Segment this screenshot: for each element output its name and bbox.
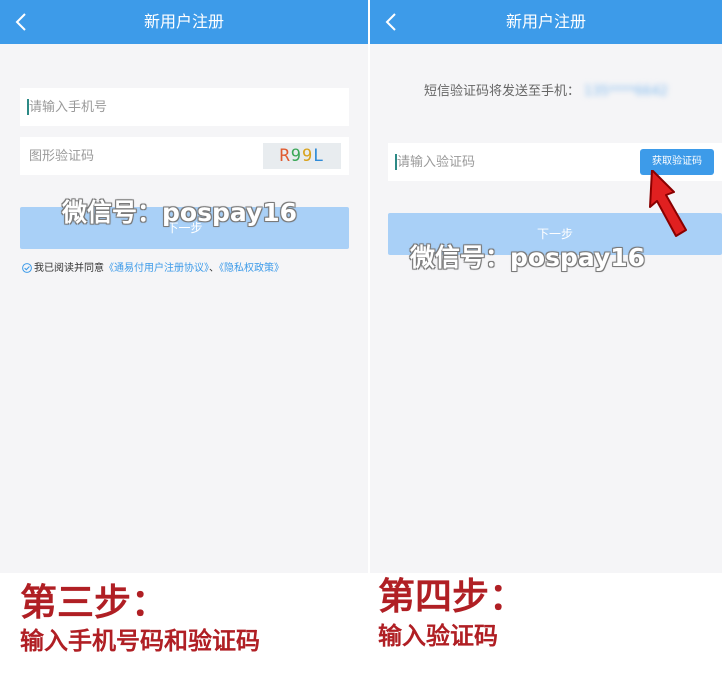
page-title: 新用户注册 xyxy=(143,12,224,31)
masked-phone-number: 135****6642 xyxy=(584,84,668,99)
agreement-separator: 、 xyxy=(209,263,219,274)
checkbox-checked-icon[interactable] xyxy=(22,263,32,273)
next-button[interactable]: 下一步 xyxy=(20,207,349,249)
register-screen-step4: 新用户注册 短信验证码将发送至手机：135****6642 获取验证码 下一步 xyxy=(370,0,722,573)
phone-input[interactable] xyxy=(29,88,329,126)
nav-bar: 新用户注册 xyxy=(370,0,722,44)
red-arrow-icon xyxy=(642,169,692,242)
captcha-input[interactable] xyxy=(29,137,249,175)
captcha-char: L xyxy=(313,146,325,166)
nav-bar: 新用户注册 xyxy=(0,0,368,44)
page-title: 新用户注册 xyxy=(505,12,586,31)
captcha-image[interactable]: R99L xyxy=(263,143,341,169)
agreement-text: 我已阅读并同意 xyxy=(34,263,104,274)
sms-hint-text: 短信验证码将发送至手机： xyxy=(424,84,581,99)
captcha-char: 9 xyxy=(290,146,302,166)
user-agreement-link[interactable]: 《通易付用户注册协议》 xyxy=(104,263,209,274)
step4-description: 输入验证码 xyxy=(378,622,498,650)
step3-title: 第三步： xyxy=(20,581,168,624)
agreement-row: 我已阅读并同意《通易付用户注册协议》、《隐私权政策》 xyxy=(22,262,284,276)
captcha-field-row: R99L xyxy=(20,137,349,175)
register-screen-step3: 新用户注册 R99L 下一步 我已阅读并同意《通易付用户注册协议》、《隐私权政策… xyxy=(0,0,368,573)
sms-code-input[interactable] xyxy=(397,143,617,181)
phone-field-row xyxy=(20,88,349,126)
captcha-char: R xyxy=(279,146,291,166)
captcha-char: 9 xyxy=(302,146,314,166)
sms-hint: 短信验证码将发送至手机： 135****6642 xyxy=(370,80,722,99)
step4-title: 第四步： xyxy=(378,575,526,618)
privacy-policy-link[interactable]: 《隐私权政策》 xyxy=(219,263,284,274)
step3-description: 输入手机号码和验证码 xyxy=(20,627,260,655)
